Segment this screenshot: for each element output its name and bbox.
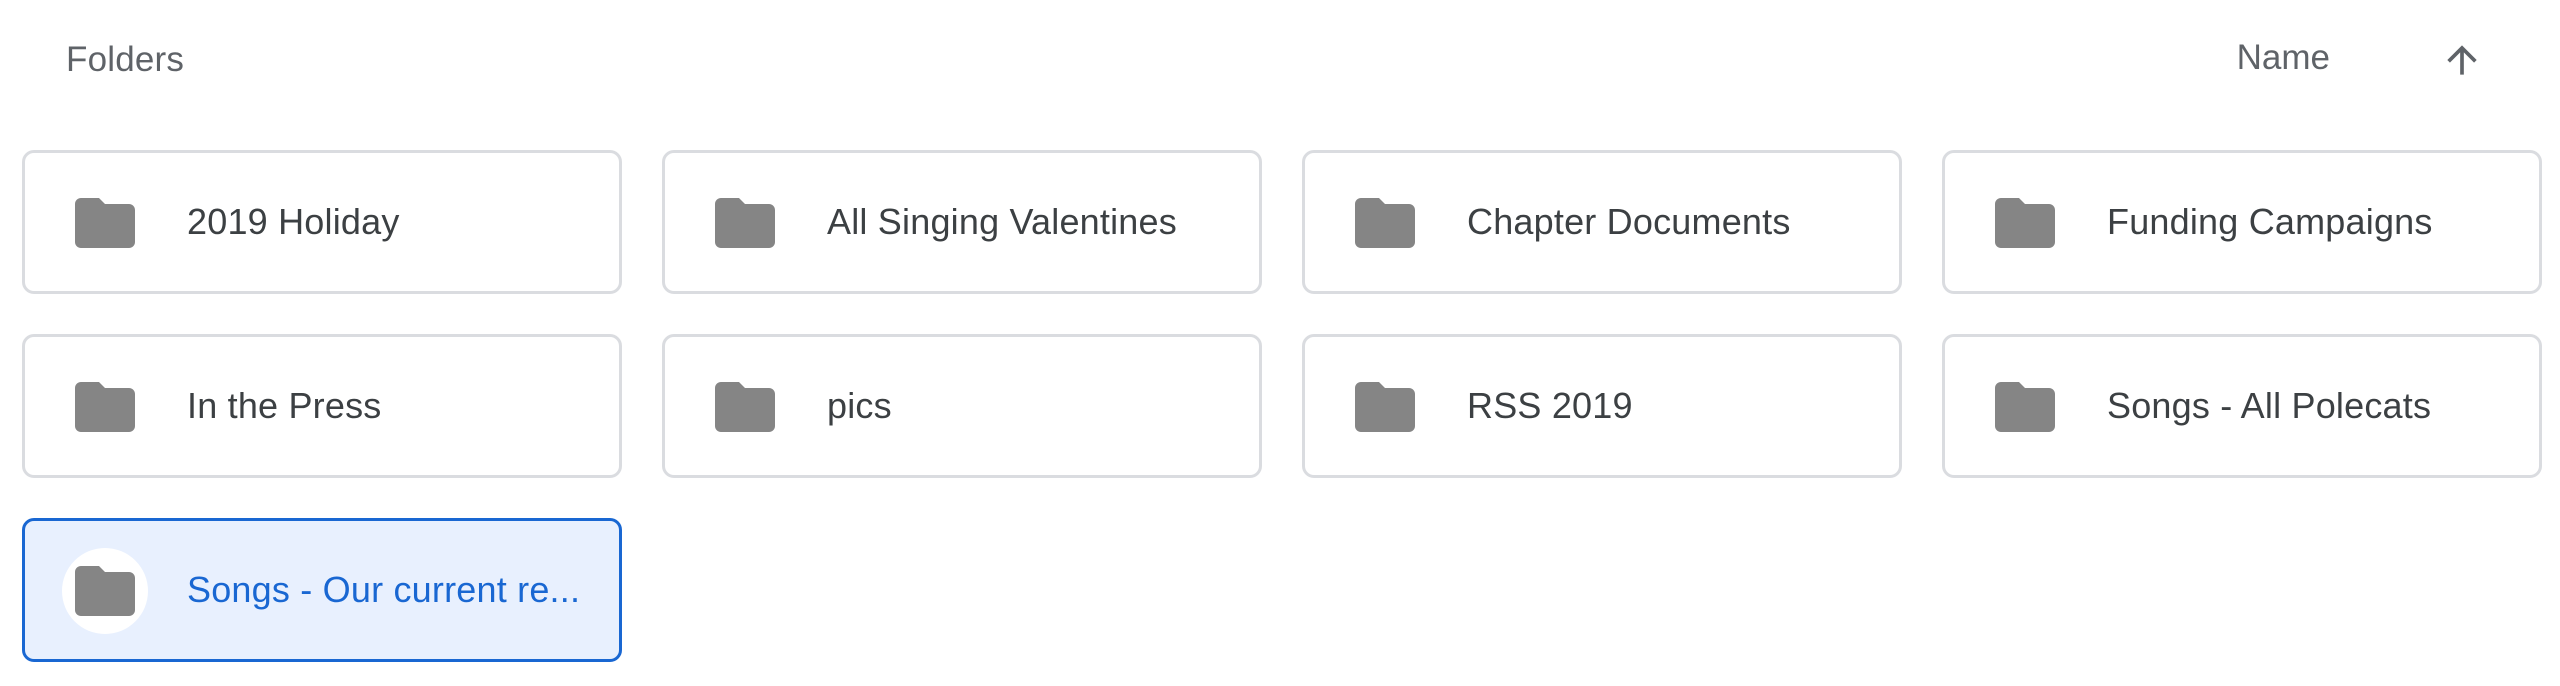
folder-name: pics	[827, 385, 892, 426]
folder-icon	[75, 382, 135, 432]
folder-icon-wrap	[62, 180, 148, 266]
folder-name: Funding Campaigns	[2107, 201, 2433, 242]
folder-card-all-singing-valentines[interactable]: All Singing Valentines	[662, 150, 1262, 294]
folder-icon-wrap	[1982, 180, 2068, 266]
folder-icon	[715, 198, 775, 248]
folder-icon	[1995, 382, 2055, 432]
sort-by-name-button[interactable]: Name	[2237, 38, 2330, 78]
folder-card-in-the-press[interactable]: In the Press	[22, 334, 622, 478]
sort-direction-button[interactable]	[2430, 28, 2494, 92]
folder-icon-wrap	[702, 180, 788, 266]
folder-card-songs-our-current-repertoire[interactable]: Songs - Our current re...	[22, 518, 622, 662]
folder-name: Songs - All Polecats	[2107, 385, 2432, 426]
folder-card-chapter-documents[interactable]: Chapter Documents	[1302, 150, 1902, 294]
folder-card-rss-2019[interactable]: RSS 2019	[1302, 334, 1902, 478]
folder-icon-wrap	[1982, 364, 2068, 450]
folder-icon-wrap	[62, 364, 148, 450]
folder-card-2019-holiday[interactable]: 2019 Holiday	[22, 150, 622, 294]
folder-name: In the Press	[187, 385, 382, 426]
folder-icon	[1355, 382, 1415, 432]
folder-grid: 2019 Holiday All Singing Valentines Chap…	[22, 150, 2542, 662]
folder-icon	[75, 198, 135, 248]
folders-header: Folders Name	[0, 0, 2560, 120]
folder-name: Chapter Documents	[1467, 201, 1791, 242]
arrow-up-icon	[2447, 45, 2477, 75]
folder-icon-wrap	[62, 548, 148, 634]
folder-icon	[1355, 198, 1415, 248]
folder-name: Songs - Our current re...	[187, 569, 581, 610]
folder-icon	[1995, 198, 2055, 248]
section-title: Folders	[66, 40, 185, 79]
folder-name: 2019 Holiday	[187, 201, 400, 242]
folder-icon-wrap	[1342, 364, 1428, 450]
folder-icon	[75, 566, 135, 616]
folder-card-funding-campaigns[interactable]: Funding Campaigns	[1942, 150, 2542, 294]
folder-name: All Singing Valentines	[827, 201, 1177, 242]
folder-icon-wrap	[1342, 180, 1428, 266]
folder-icon-wrap	[702, 364, 788, 450]
folder-card-pics[interactable]: pics	[662, 334, 1262, 478]
folder-name: RSS 2019	[1467, 385, 1633, 426]
folder-icon	[715, 382, 775, 432]
folder-card-songs-all-polecats[interactable]: Songs - All Polecats	[1942, 334, 2542, 478]
